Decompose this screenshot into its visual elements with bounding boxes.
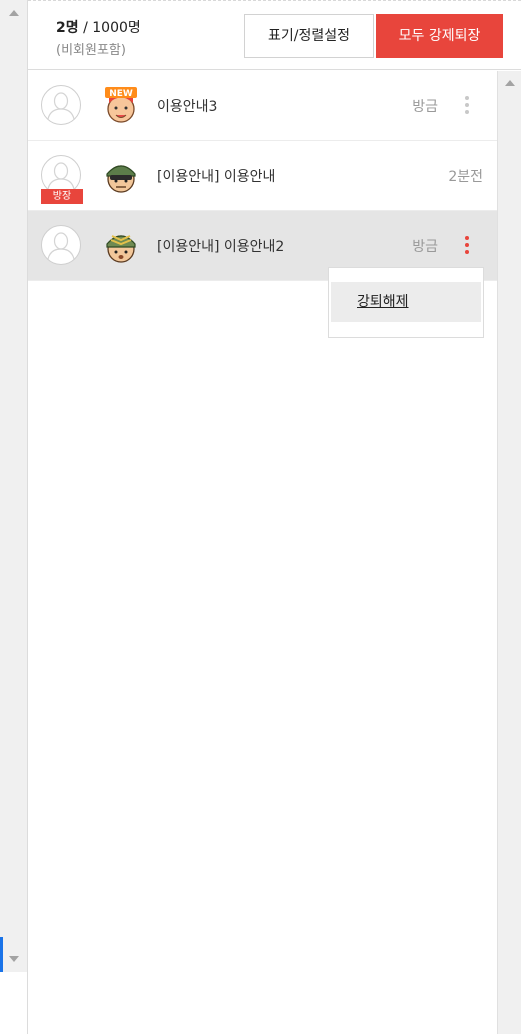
user-silhouette-icon <box>47 92 75 120</box>
avatar[interactable] <box>41 85 81 125</box>
participant-name: [이용안내] 이용안내2 <box>157 239 285 255</box>
participant-header: 2명 / 1000명 (비회원포함) 표기/정렬설정 모두 강제퇴장 <box>28 0 521 70</box>
max-count: 1000명 <box>92 20 141 36</box>
scroll-up-arrow-icon[interactable] <box>9 10 19 16</box>
avatar[interactable] <box>41 225 81 265</box>
new-character-icon: NEW <box>105 87 137 123</box>
participant-row[interactable]: 방장 [이용안내] 이용안내 2분전 <box>28 141 497 211</box>
more-options-icon[interactable] <box>464 236 470 254</box>
last-active: 2분전 <box>448 169 483 185</box>
more-options-icon[interactable] <box>464 96 470 114</box>
user-silhouette-icon <box>47 232 75 260</box>
current-count: 2명 <box>56 20 79 36</box>
scroll-up-arrow-icon[interactable] <box>505 80 515 86</box>
unban-menu-item[interactable]: 강퇴해제 <box>331 282 481 322</box>
participant-name: 이용안내3 <box>157 99 218 115</box>
outer-scrollbar[interactable] <box>0 0 28 972</box>
last-active: 방금 <box>412 99 438 115</box>
participant-list: NEW 이용안내3 방금 방장 [이용안내] 이용안내 2분전 [이용안내] 이… <box>28 71 497 281</box>
display-sort-settings-button[interactable]: 표기/정렬설정 <box>244 14 374 58</box>
participant-name: [이용안내] 이용안내 <box>157 169 276 185</box>
focus-marker <box>0 937 3 973</box>
count-separator: / <box>78 20 93 36</box>
sergeant-character-icon <box>106 235 136 263</box>
kick-all-button[interactable]: 모두 강제퇴장 <box>376 14 503 58</box>
soldier-character-icon <box>106 165 136 193</box>
last-active: 방금 <box>412 239 438 255</box>
participant-count: 2명 / 1000명 <box>56 17 141 37</box>
participant-options-menu: 강퇴해제 <box>328 267 484 338</box>
svg-text:NEW: NEW <box>109 89 133 99</box>
scroll-down-arrow-icon[interactable] <box>9 956 19 962</box>
list-scrollbar[interactable] <box>497 71 521 1034</box>
participant-row[interactable]: NEW 이용안내3 방금 <box>28 71 497 141</box>
count-note: (비회원포함) <box>56 43 126 58</box>
host-badge: 방장 <box>41 189 83 204</box>
left-gutter <box>0 972 28 1034</box>
